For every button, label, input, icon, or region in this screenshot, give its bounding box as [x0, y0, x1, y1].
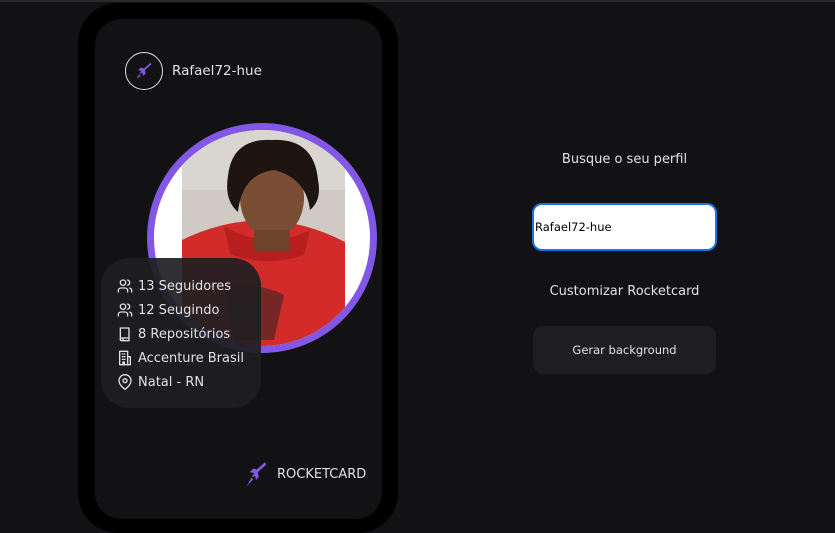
- stat-repositories-label: 8 Repositórios: [138, 326, 231, 342]
- users-icon: [117, 303, 133, 317]
- rocketcard: Rafael72-hue 13 Seguidores 12 Seugindo 8…: [95, 19, 382, 519]
- brand-label: ROCKETCARD: [277, 466, 367, 482]
- stat-company: Accenture Brasil: [117, 346, 261, 370]
- customize-title: Customizar Rocketcard: [549, 284, 700, 299]
- stat-following-label: 12 Seugindo: [138, 302, 220, 318]
- stat-followers: 13 Seguidores: [117, 274, 261, 298]
- users-icon: [117, 279, 133, 293]
- stat-location: Natal - RN: [117, 370, 261, 394]
- stat-following: 12 Seugindo: [117, 298, 261, 322]
- search-title: Busque o seu perfil: [561, 152, 688, 167]
- stat-company-label: Accenture Brasil: [138, 350, 244, 366]
- map-pin-icon: [118, 374, 132, 390]
- stats-panel: 13 Seguidores 12 Seugindo 8 Repositórios…: [101, 258, 261, 408]
- generate-background-button[interactable]: Gerar background: [533, 326, 716, 374]
- window-top-border: [0, 0, 835, 2]
- book-icon: [119, 327, 130, 342]
- rocketcard-brand: ROCKETCARD: [245, 460, 366, 488]
- card-user-header: Rafael72-hue: [125, 50, 262, 92]
- building-icon: [119, 350, 131, 366]
- card-username: Rafael72-hue: [172, 63, 262, 79]
- stat-repositories: 8 Repositórios: [117, 322, 261, 346]
- stat-location-label: Natal - RN: [138, 374, 205, 390]
- stat-followers-label: 13 Seguidores: [138, 278, 232, 294]
- rocket-logo-icon: [125, 52, 163, 90]
- profile-search-input[interactable]: [532, 203, 717, 251]
- rocket-logo-icon: [246, 462, 267, 486]
